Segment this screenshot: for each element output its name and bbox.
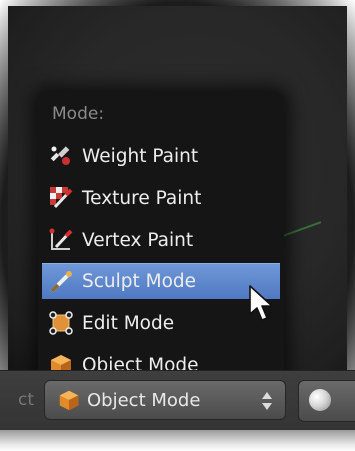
menu-item-edit-mode[interactable]: Edit Mode <box>42 305 280 341</box>
sphere-shading-icon <box>309 389 331 411</box>
menu-item-label: Weight Paint <box>82 145 199 167</box>
up-down-arrows-icon <box>262 392 272 410</box>
object-mode-icon <box>59 390 79 411</box>
menu-item-label: Texture Paint <box>82 187 202 209</box>
menu-item-label: Vertex Paint <box>82 229 194 251</box>
truncated-menu-label[interactable]: ct <box>0 378 38 422</box>
mouse-cursor-icon <box>249 285 273 321</box>
sculpt-mode-icon <box>50 270 72 292</box>
texture-paint-icon <box>50 187 73 209</box>
menu-item-label: Edit Mode <box>82 312 175 334</box>
menu-item-texture-paint[interactable]: Texture Paint <box>42 180 280 216</box>
menu-item-label: Sculpt Mode <box>82 271 197 292</box>
menu-title: Mode: <box>52 104 105 124</box>
menu-item-vertex-paint[interactable]: Vertex Paint <box>42 222 280 258</box>
mode-select[interactable]: Object Mode <box>44 380 286 420</box>
menu-item-weight-paint[interactable]: Weight Paint <box>42 138 280 174</box>
vertex-paint-icon <box>49 228 73 250</box>
edit-mode-icon <box>49 311 73 335</box>
bottom-fade <box>0 430 355 451</box>
viewport-shading-button[interactable] <box>298 380 355 422</box>
weight-paint-icon <box>50 146 70 165</box>
menu-item-sculpt-mode[interactable]: Sculpt Mode <box>42 263 280 299</box>
mode-select-value: Object Mode <box>87 389 201 411</box>
